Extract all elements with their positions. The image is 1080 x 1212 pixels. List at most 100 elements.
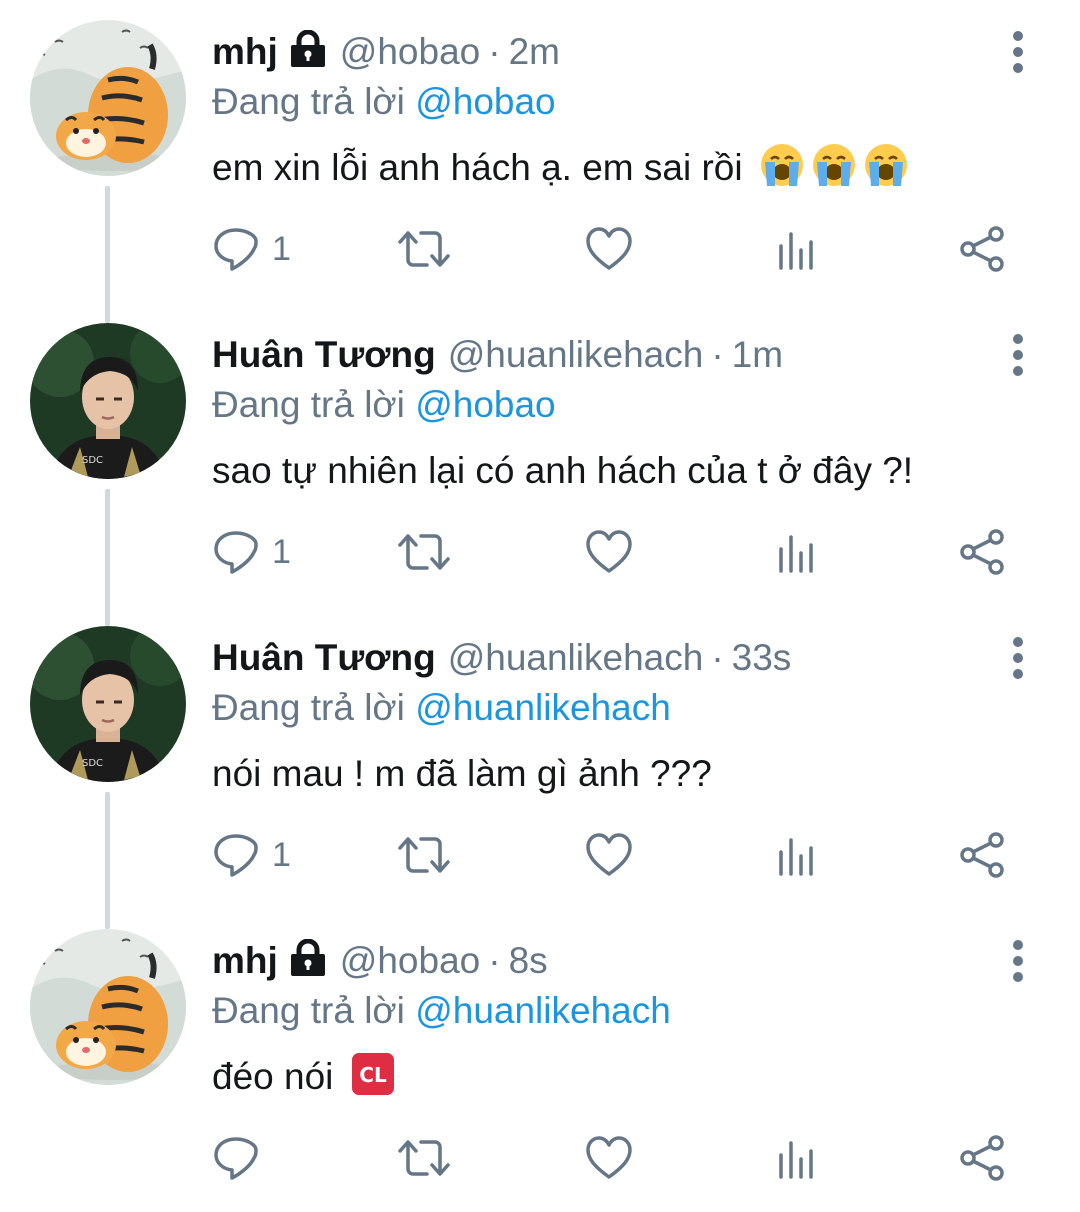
tweet-text: đéo nói CL [212,1049,396,1105]
analytics-icon [779,232,813,270]
cl-button-icon: CL [351,1053,394,1095]
tweet-header: Huân Tương @huanlikehach · 33s [212,632,791,684]
tweet-header: Huân Tương @huanlikehach · 1m [212,329,783,381]
retweet-icon [398,1140,450,1176]
tweet-text-content: sao tự nhiên lại có anh hách của t ở đây… [212,450,914,491]
analytics-button[interactable] [776,1133,816,1183]
lock-icon [290,939,325,976]
speech-bubble-icon [214,834,258,877]
analytics-icon [779,838,813,876]
lock-icon [290,30,325,67]
like-button[interactable] [585,527,633,577]
tweet-text-content: nói mau ! m đã làm gì ảnh ??? [212,753,712,794]
like-button[interactable] [585,1133,633,1183]
timestamp[interactable]: 33s [732,637,792,678]
tweet-header: mhj @hobao · 8s [212,935,548,987]
analytics-icon [779,535,813,573]
tweet-text-content: đéo nói [212,1056,334,1097]
replying-to-label: Đang trả lời [212,81,405,122]
display-name[interactable]: mhj [212,940,278,981]
replying-to: Đang trả lời @hobao [212,379,556,431]
separator-dot: · [711,334,724,375]
tweet-text: nói mau ! m đã làm gì ảnh ??? [212,746,712,802]
cl-button-label: CL [359,1063,387,1087]
reply-button[interactable]: 1 [212,527,291,577]
tweet-actions: 1 [0,202,1080,298]
share-button[interactable] [958,224,1006,274]
avatar[interactable]: SDC [30,323,186,479]
replying-to-label: Đang trả lời [212,990,405,1031]
share-icon [960,529,1004,575]
user-handle[interactable]: @hobao [340,940,480,981]
display-name[interactable]: Huân Tương [212,334,436,375]
tweet[interactable]: SDC Huân Tương @huanlikehach · 1m Đang trả … [0,303,1080,606]
tweet-actions: 1 [0,808,1080,904]
reply-count: 1 [272,835,291,874]
speech-bubble-icon [214,1137,258,1180]
timestamp[interactable]: 8s [509,940,548,981]
tweet-text: em xin lỗi anh hách ạ. em sai rồi [212,140,909,196]
analytics-button[interactable] [776,527,816,577]
speech-bubble-icon [214,228,258,271]
replying-to-label: Đang trả lời [212,384,405,425]
reply-count: 1 [272,532,291,571]
share-button[interactable] [958,527,1006,577]
svg-text:SDC: SDC [82,758,103,769]
reply-count: 1 [272,229,291,268]
reply-button[interactable]: 1 [212,224,291,274]
replying-to-handle[interactable]: @huanlikehach [415,687,671,728]
share-icon [960,1135,1004,1181]
like-button[interactable] [585,830,633,880]
replying-to-handle[interactable]: @huanlikehach [415,990,671,1031]
user-handle[interactable]: @huanlikehach [448,334,704,375]
reply-button[interactable]: 1 [212,830,291,880]
user-handle[interactable]: @huanlikehach [448,637,704,678]
retweet-button[interactable] [396,224,452,274]
retweet-button[interactable] [396,830,452,880]
share-icon [960,832,1004,878]
tweet-actions [0,1111,1080,1207]
heart-icon [586,833,632,876]
more-vertical-icon[interactable] [1000,935,1036,987]
avatar[interactable] [30,20,186,176]
analytics-button[interactable] [776,830,816,880]
loudly-crying-face-icon [812,144,855,186]
avatar[interactable]: SDC [30,626,186,782]
tweet-actions: 1 [0,505,1080,601]
display-name[interactable]: Huân Tương [212,637,436,678]
more-vertical-icon[interactable] [1000,632,1036,684]
retweet-button[interactable] [396,1133,452,1183]
timestamp[interactable]: 2m [509,31,560,72]
replying-to-handle[interactable]: @hobao [415,81,555,122]
separator-dot: · [711,637,724,678]
display-name[interactable]: mhj [212,31,278,72]
svg-text:SDC: SDC [82,455,103,466]
timestamp[interactable]: 1m [732,334,783,375]
replying-to-handle[interactable]: @hobao [415,384,555,425]
avatar[interactable] [30,929,186,1085]
tweet-header: mhj @hobao · 2m [212,26,560,78]
loudly-crying-face-icon [760,144,803,186]
tweet[interactable]: SDC Huân Tương @huanlikehach · 33s Đang trả… [0,606,1080,909]
loudly-crying-face-icon [864,144,907,186]
speech-bubble-icon [214,531,258,574]
retweet-button[interactable] [396,527,452,577]
heart-icon [586,227,632,270]
tweet[interactable]: mhj @hobao · 2m Đang trả lời @hobao em xin … [0,0,1080,303]
separator-dot: · [488,940,501,981]
separator-dot: · [488,31,501,72]
user-handle[interactable]: @hobao [340,31,480,72]
reply-button[interactable] [212,1133,272,1183]
more-vertical-icon[interactable] [1000,329,1036,381]
like-button[interactable] [585,224,633,274]
retweet-icon [398,231,450,267]
share-button[interactable] [958,830,1006,880]
analytics-button[interactable] [776,224,816,274]
heart-icon [586,530,632,573]
tweet-text: sao tự nhiên lại có anh hách của t ở đây… [212,443,913,499]
tweet[interactable]: mhj @hobao · 8s Đang trả lời @huanlikehach … [0,909,1080,1212]
retweet-icon [398,534,450,570]
analytics-icon [779,1141,813,1179]
share-button[interactable] [958,1133,1006,1183]
more-vertical-icon[interactable] [1000,26,1036,78]
